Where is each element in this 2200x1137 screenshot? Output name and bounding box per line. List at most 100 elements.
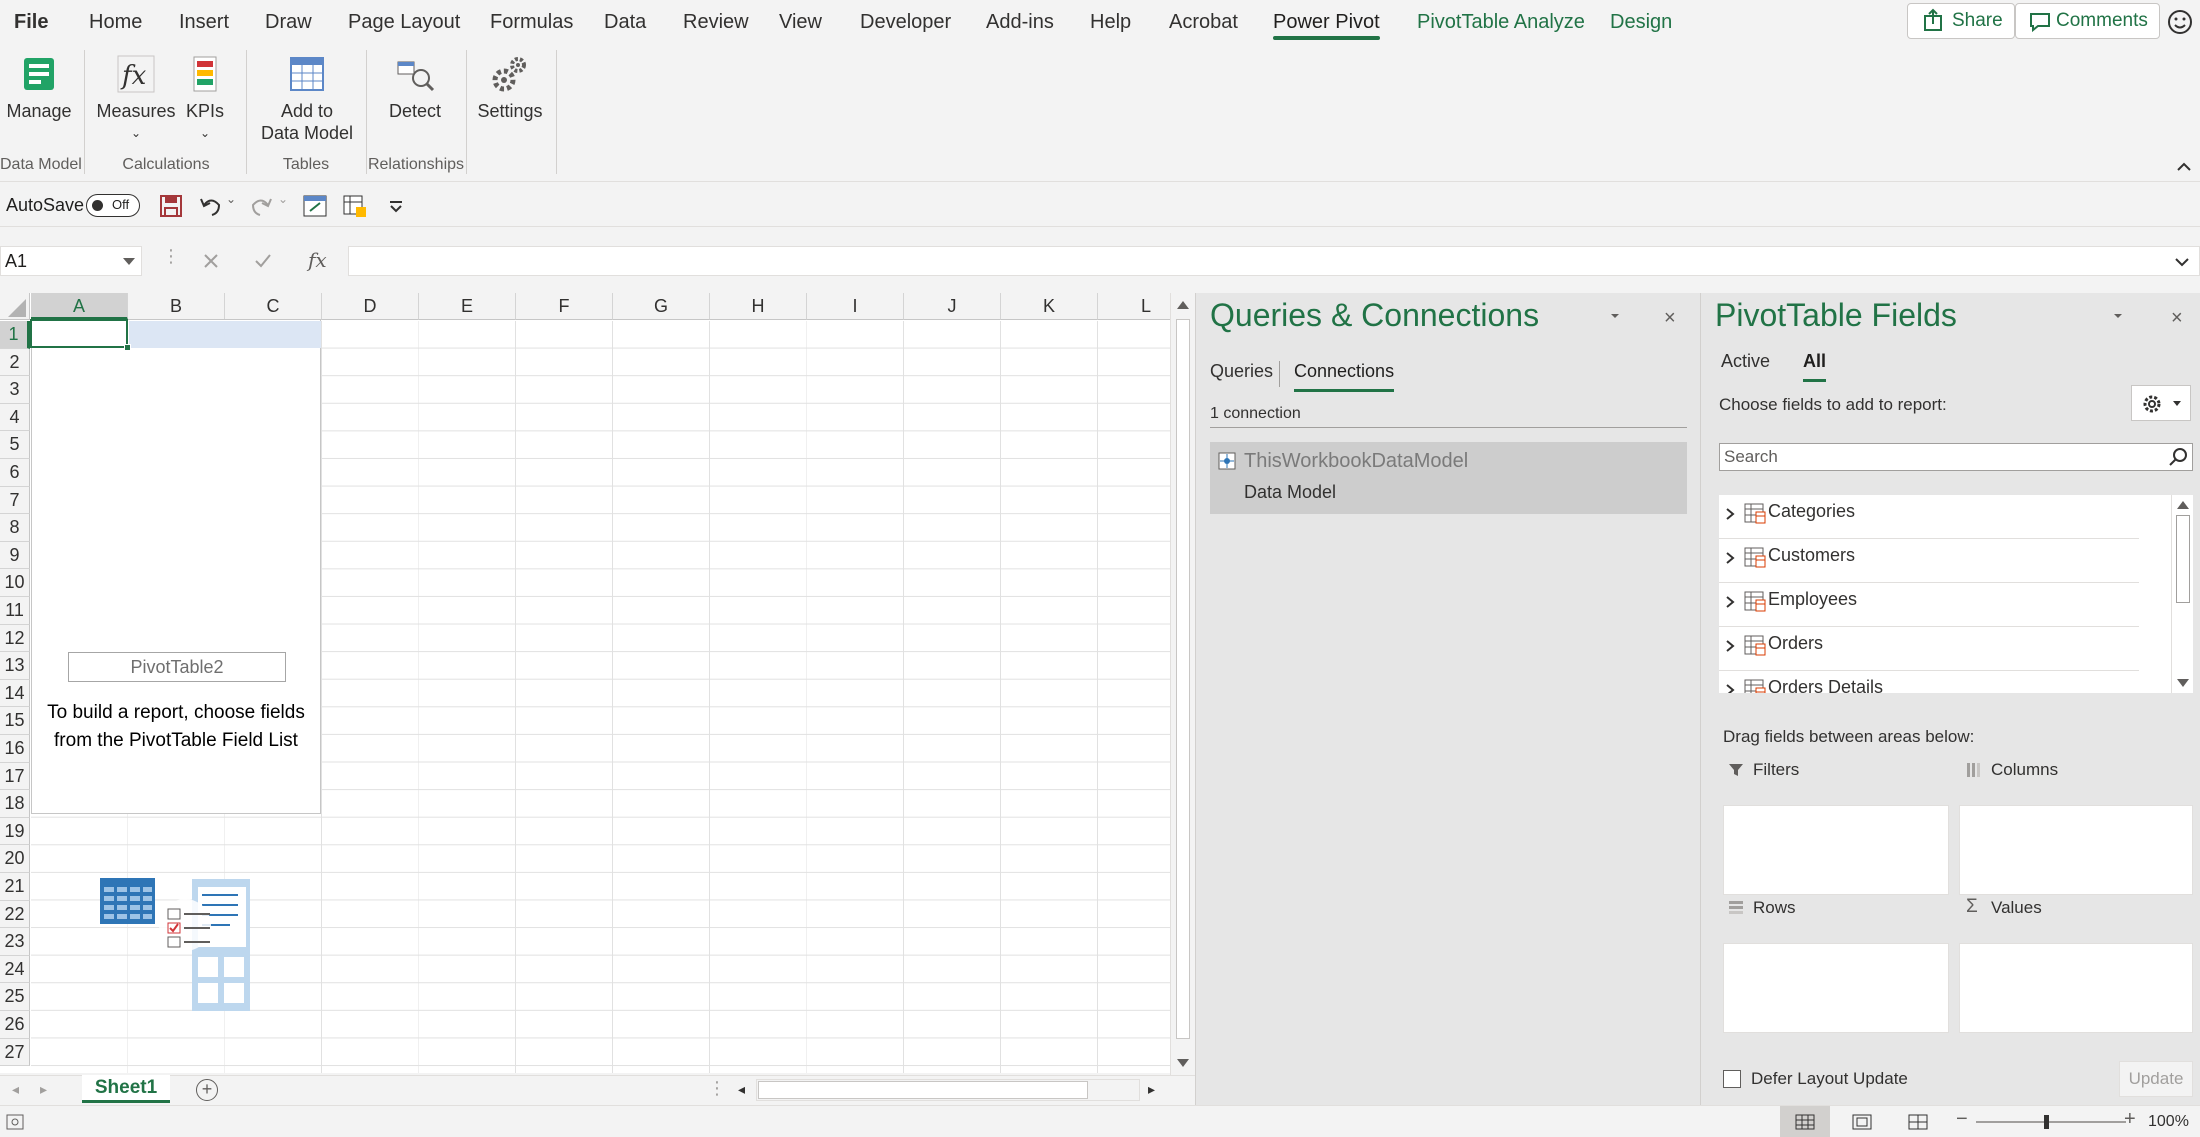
tab-pivottable-analyze[interactable]: PivotTable Analyze	[1417, 0, 1585, 44]
pane-options-icon[interactable]	[2113, 311, 2123, 321]
column-header-i[interactable]: I	[807, 293, 904, 320]
column-header-d[interactable]: D	[322, 293, 419, 320]
scroll-down-icon[interactable]	[2177, 679, 2189, 687]
column-header-h[interactable]: H	[710, 293, 807, 320]
close-icon[interactable]: ×	[2171, 307, 2183, 330]
column-header-f[interactable]: F	[516, 293, 613, 320]
autosave-toggle[interactable]: Off	[86, 194, 140, 217]
column-header-j[interactable]: J	[904, 293, 1001, 320]
row-header-7[interactable]: 7	[0, 486, 30, 515]
chevron-down-icon[interactable]: ⌄	[226, 192, 236, 206]
tab-developer[interactable]: Developer	[860, 0, 951, 44]
row-header-27[interactable]: 27	[0, 1038, 30, 1067]
row-header-12[interactable]: 12	[0, 624, 30, 653]
worksheet-grid[interactable]: ABCDEFGHIJKL 1 2 3 4 5 6 7 8 9 10 11 12 13 14 15 16 17 18…	[0, 293, 1170, 1073]
field-table-row[interactable]: Orders Details	[1719, 671, 2139, 693]
scroll-right-icon[interactable]: ▸	[1148, 1081, 1155, 1098]
row-header-14[interactable]: 14	[0, 679, 30, 708]
chevron-right-icon[interactable]	[1725, 595, 1735, 609]
zoom-level[interactable]: 100%	[2148, 1106, 2189, 1137]
row-header-10[interactable]: 10	[0, 569, 30, 597]
row-header-18[interactable]: 18	[0, 790, 30, 818]
active-cell-a1[interactable]	[30, 319, 131, 351]
select-all-corner[interactable]	[0, 293, 30, 320]
horizontal-scrollbar[interactable]: ◂ ▸	[728, 1079, 1168, 1101]
feedback-smiley-icon[interactable]	[2166, 8, 2194, 36]
row-header-17[interactable]: 17	[0, 762, 30, 791]
tab-formulas[interactable]: Formulas	[490, 0, 573, 44]
chevron-right-icon[interactable]	[1725, 683, 1735, 693]
column-header-e[interactable]: E	[419, 293, 516, 320]
tab-connections[interactable]: Connections	[1294, 361, 1395, 392]
name-box-dropdown-icon[interactable]	[123, 258, 135, 265]
row-header-11[interactable]: 11	[0, 597, 30, 625]
chevron-right-icon[interactable]	[1725, 507, 1735, 521]
field-search-input[interactable]: Search	[1719, 443, 2193, 471]
row-header-24[interactable]: 24	[0, 955, 30, 984]
tab-data[interactable]: Data	[604, 0, 646, 44]
tab-power-pivot[interactable]: Power Pivot	[1273, 0, 1380, 44]
next-sheet-icon[interactable]: ▸	[40, 1081, 47, 1098]
scroll-up-icon[interactable]	[2177, 501, 2189, 509]
chevron-right-icon[interactable]	[1725, 639, 1735, 653]
scroll-up-icon[interactable]	[1177, 301, 1189, 309]
vertical-scroll-thumb[interactable]	[1176, 319, 1190, 1039]
row-header-1[interactable]: 1	[0, 321, 30, 349]
horizontal-scroll-thumb[interactable]	[758, 1081, 1088, 1099]
rows-drop-area[interactable]	[1723, 943, 1949, 1033]
row-header-2[interactable]: 2	[0, 348, 30, 377]
tab-all[interactable]: All	[1803, 351, 1827, 382]
column-header-g[interactable]: G	[613, 293, 710, 320]
row-header-13[interactable]: 13	[0, 652, 30, 680]
tab-acrobat[interactable]: Acrobat	[1169, 0, 1238, 44]
zoom-slider-thumb[interactable]	[2044, 1115, 2049, 1129]
insert-function-icon[interactable]: fx	[308, 248, 327, 272]
update-button[interactable]: Update	[2119, 1061, 2193, 1097]
row-header-19[interactable]: 19	[0, 817, 30, 846]
kpis-button[interactable]: KPIs ⌄	[182, 54, 228, 144]
column-header-k[interactable]: K	[1001, 293, 1098, 320]
chevron-right-icon[interactable]	[1725, 551, 1735, 565]
undo-icon[interactable]	[198, 193, 224, 219]
collapse-ribbon-icon[interactable]	[2176, 160, 2192, 172]
tab-help[interactable]: Help	[1090, 0, 1131, 44]
row-header-21[interactable]: 21	[0, 873, 30, 901]
field-table-row[interactable]: Customers	[1719, 539, 2139, 583]
row-header-16[interactable]: 16	[0, 735, 30, 763]
row-header-3[interactable]: 3	[0, 376, 30, 404]
formula-input[interactable]	[348, 246, 2200, 276]
zoom-slider[interactable]	[1976, 1121, 2126, 1123]
tab-design[interactable]: Design	[1610, 0, 1672, 44]
vertical-scrollbar[interactable]	[1170, 293, 1194, 1076]
values-drop-area[interactable]	[1959, 943, 2193, 1033]
field-list-scrollbar[interactable]	[2171, 495, 2193, 693]
settings-button[interactable]: Settings	[474, 54, 546, 122]
zoom-in-icon[interactable]: +	[2124, 1108, 2136, 1131]
defer-layout-update[interactable]: Defer Layout Update	[1723, 1069, 1908, 1089]
field-table-row[interactable]: Orders	[1719, 627, 2139, 671]
row-header-8[interactable]: 8	[0, 514, 30, 542]
comments-button[interactable]: Comments	[2015, 3, 2160, 39]
page-layout-view-icon[interactable]	[1852, 1114, 1872, 1130]
share-button[interactable]: Share	[1907, 3, 2015, 39]
row-header-25[interactable]: 25	[0, 983, 30, 1011]
close-icon[interactable]: ×	[1664, 307, 1676, 330]
sheet-tab-sheet1[interactable]: Sheet1	[82, 1075, 170, 1103]
field-settings-button[interactable]	[2131, 385, 2191, 421]
tab-file[interactable]: File	[14, 0, 48, 44]
row-header-5[interactable]: 5	[0, 431, 30, 459]
page-break-view-icon[interactable]	[1908, 1114, 1928, 1130]
name-box[interactable]: A1	[0, 246, 142, 276]
pane-options-icon[interactable]	[1610, 311, 1620, 321]
defer-layout-checkbox[interactable]	[1723, 1070, 1741, 1088]
table-lock-icon[interactable]	[342, 193, 368, 219]
column-header-b[interactable]: B	[128, 293, 225, 320]
tab-draw[interactable]: Draw	[265, 0, 312, 44]
tab-active[interactable]: Active	[1721, 351, 1770, 372]
pivot-table-icon[interactable]	[302, 193, 328, 219]
row-header-26[interactable]: 26	[0, 1011, 30, 1039]
customize-qat-icon[interactable]	[386, 193, 406, 219]
add-sheet-icon[interactable]: +	[196, 1079, 218, 1101]
search-icon[interactable]	[2168, 447, 2188, 467]
column-header-c[interactable]: C	[225, 293, 322, 320]
